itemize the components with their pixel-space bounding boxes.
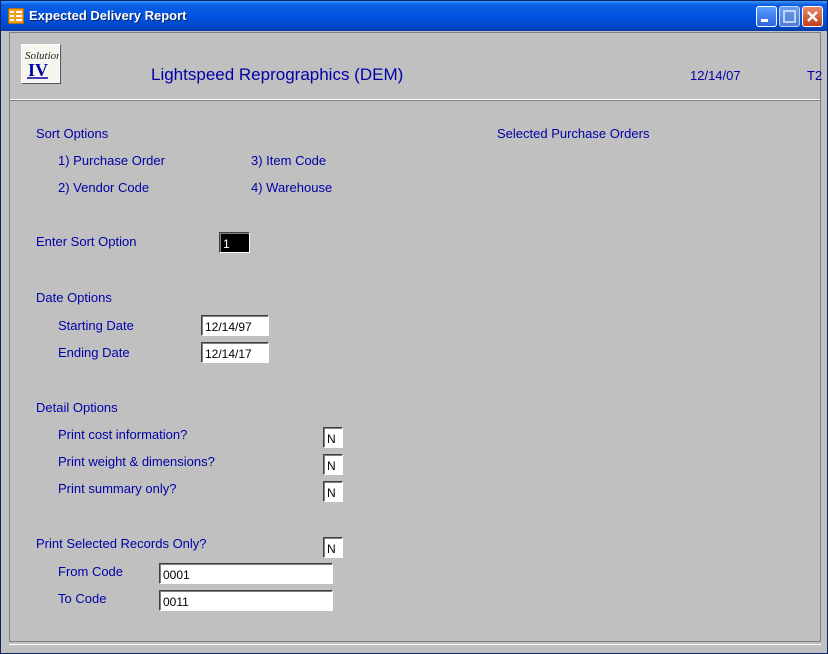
starting-date-field[interactable]: 12/14/97 — [201, 315, 269, 336]
print-summary-label: Print summary only? — [58, 481, 177, 496]
selected-purchase-orders-heading: Selected Purchase Orders — [497, 126, 650, 141]
print-selected-records-label: Print Selected Records Only? — [36, 536, 207, 551]
sort-option-item: 3) Item Code — [251, 153, 327, 168]
ending-date-label: Ending Date — [58, 345, 130, 360]
app-table-icon[interactable] — [8, 8, 24, 24]
minimize-button[interactable] — [756, 6, 777, 27]
company-name: Lightspeed Reprographics (DEM) — [151, 65, 404, 84]
window-bottom-edge — [9, 644, 821, 648]
print-weight-field[interactable]: N — [323, 454, 343, 475]
svg-text:IV: IV — [28, 60, 48, 80]
title-bar[interactable]: Expected Delivery Report — [1, 1, 827, 31]
sort-options-heading: Sort Options — [36, 126, 109, 141]
close-icon — [807, 11, 818, 22]
report-window: Expected Delivery Report Solution IV Lig… — [0, 0, 828, 654]
to-code-label: To Code — [58, 591, 107, 606]
form-area: Solution IV Lightspeed Reprographics (DE… — [9, 32, 823, 642]
date-options-heading: Date Options — [36, 290, 112, 305]
header-date: 12/14/07 — [690, 68, 741, 83]
solution-iv-logo: Solution IV — [21, 44, 60, 83]
from-code-label: From Code — [58, 564, 124, 579]
terminal-id: T2 — [807, 68, 823, 83]
window-title: Expected Delivery Report — [29, 8, 187, 23]
sort-option-item: 1) Purchase Order — [58, 153, 165, 168]
maximize-button[interactable] — [779, 6, 800, 27]
print-selected-records-field[interactable]: N — [323, 537, 343, 558]
print-cost-field[interactable]: N — [323, 427, 343, 448]
print-cost-label: Print cost information? — [58, 427, 188, 442]
print-summary-field[interactable]: N — [323, 481, 343, 502]
sort-option-item: 2) Vendor Code — [58, 180, 150, 195]
from-code-field[interactable]: 0001 — [159, 563, 333, 584]
ending-date-field[interactable]: 12/14/17 — [201, 342, 269, 363]
maximize-icon — [783, 10, 796, 23]
sort-option-input[interactable]: 1 — [219, 232, 250, 253]
sort-option-item: 4) Warehouse — [251, 180, 333, 195]
header-panel: Solution IV Lightspeed Reprographics (DE… — [10, 33, 823, 100]
print-weight-label: Print weight & dimensions? — [58, 454, 215, 469]
close-button[interactable] — [802, 6, 823, 27]
enter-sort-option-label: Enter Sort Option — [36, 234, 137, 249]
detail-options-heading: Detail Options — [36, 400, 118, 415]
to-code-field[interactable]: 0011 — [159, 590, 333, 611]
minimize-icon — [761, 19, 768, 22]
starting-date-label: Starting Date — [58, 318, 134, 333]
